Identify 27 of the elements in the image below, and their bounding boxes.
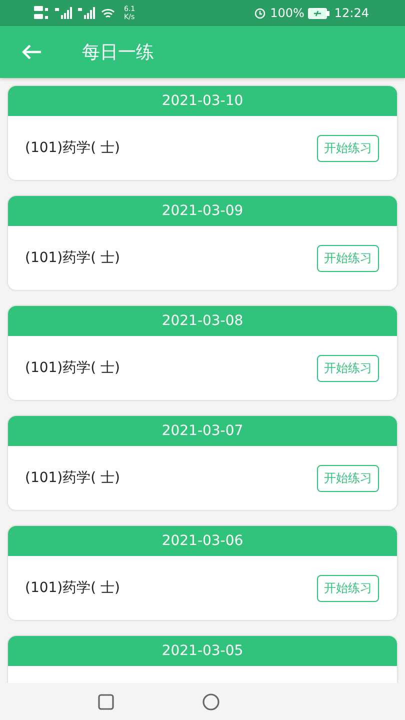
subject-label: (101)药学( 士) — [25, 469, 120, 487]
start-practice-button[interactable]: 开始练习 — [317, 354, 379, 382]
date-label: 2021-03-08 — [162, 313, 244, 329]
subject-label: (101)药学( 士) — [25, 249, 120, 267]
date-label: 2021-03-10 — [162, 93, 244, 109]
start-practice-button[interactable]: 开始练习 — [317, 574, 379, 602]
start-practice-button[interactable]: 开始练习 — [317, 464, 379, 492]
page-title: 每日一练 — [82, 41, 154, 64]
home-icon[interactable] — [202, 692, 220, 710]
clock-time: 12:24 — [334, 6, 369, 20]
signal-icon — [55, 7, 73, 19]
start-practice-button[interactable]: 开始练习 — [317, 244, 379, 272]
alarm-icon — [254, 7, 266, 19]
subject-label: (101)药学( 士) — [25, 579, 120, 597]
date-label: 2021-03-09 — [162, 203, 244, 219]
battery-icon — [308, 8, 330, 18]
date-label: 2021-03-06 — [162, 533, 244, 549]
hd-icon — [34, 6, 50, 20]
recent-apps-icon[interactable] — [98, 694, 114, 710]
subject-label: (101)药学( 士) — [25, 359, 120, 377]
battery-percent: 100% — [270, 6, 304, 20]
wifi-icon — [101, 8, 115, 18]
signal-icon — [78, 7, 96, 19]
date-label: 2021-03-05 — [162, 643, 244, 659]
date-label: 2021-03-07 — [162, 423, 244, 439]
subject-label: (101)药学( 士) — [25, 139, 120, 157]
start-practice-button[interactable]: 开始练习 — [317, 134, 379, 162]
